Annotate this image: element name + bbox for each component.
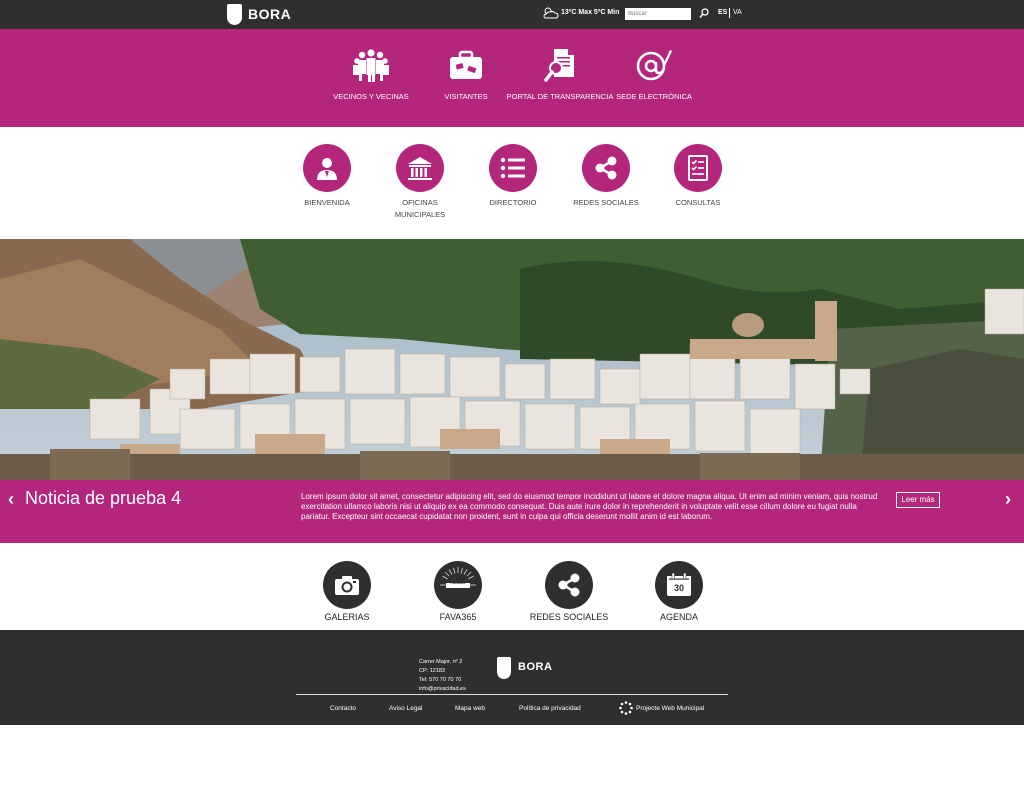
checklist-icon [688, 155, 708, 181]
icon-circle [396, 144, 444, 192]
quick-link-bienvenida[interactable]: BIENVENIDA [277, 144, 377, 209]
news-banner: ‹ Noticia de prueba 4 Lorem ipsum dolor … [0, 480, 1024, 543]
people-icon [353, 49, 389, 82]
feature-fava365[interactable]: FAVA365 FAVA365 [403, 561, 513, 622]
footer-divider [296, 694, 728, 695]
search-button[interactable] [698, 7, 710, 21]
site-brand[interactable]: BORA [248, 6, 291, 22]
quick-link-label: CONSULTAS [675, 198, 721, 207]
address-line: CP: 12183 [419, 668, 445, 674]
quick-link-label: OFICINAS MUNICIPALES [394, 198, 446, 219]
feature-redes[interactable]: REDES SOCIALES [514, 561, 624, 622]
building-icon [408, 157, 432, 180]
quick-link-oficinas[interactable]: OFICINAS MUNICIPALES [370, 144, 470, 221]
nav-item-vecinos[interactable]: VECINOS Y VECINAS [316, 29, 426, 127]
camera-icon [335, 576, 359, 595]
document-search-icon [544, 49, 574, 82]
pwm-logo-icon [619, 701, 633, 715]
icon-circle: FAVA365 [434, 561, 482, 609]
feature-galerias[interactable]: GALERIAS [292, 561, 402, 622]
fava365-badge: FAVA365 [450, 580, 466, 585]
icon-circle [489, 144, 537, 192]
footer: Carrer Major, nº 2 CP: 12183 Tel: 570 70… [0, 630, 1024, 725]
suitcase-icon [450, 50, 482, 79]
icon-circle: 30 [655, 561, 703, 609]
footer-link-mapa-web[interactable]: Mapa web [455, 705, 485, 712]
feature-label: GALERIAS [324, 612, 370, 622]
read-more-button[interactable]: Leer más [896, 492, 940, 508]
nav-item-sede[interactable]: SEDE ELECTRÒNICA [599, 29, 709, 127]
lang-va-link[interactable]: VA [733, 9, 742, 16]
icon-circle [582, 144, 630, 192]
calendar-day: 30 [673, 583, 684, 593]
town-landscape-image [0, 239, 1024, 480]
footer-project-link[interactable]: Projecte Web Municipal [636, 705, 704, 712]
prev-arrow-icon[interactable]: ‹ [8, 489, 14, 510]
quick-link-label: BIENVENIDA [304, 198, 350, 207]
address-line: Carrer Major, nº 2 [419, 659, 463, 665]
footer-shield-logo-icon[interactable] [497, 657, 511, 679]
cloud-sun-icon [543, 7, 559, 19]
footer-link-aviso-legal[interactable]: Aviso Legal [389, 705, 423, 712]
next-arrow-icon[interactable]: › [1005, 489, 1011, 510]
nav-label: VECINOS Y VECINAS [333, 92, 409, 101]
shield-logo-icon[interactable] [227, 4, 242, 25]
news-title[interactable]: Noticia de prueba 4 [25, 488, 181, 509]
news-excerpt: Lorem ipsum dolor sit amet, consectetur … [301, 492, 878, 521]
footer-address: Carrer Major, nº 2 CP: 12183 Tel: 570 70… [419, 658, 466, 694]
share-icon [558, 573, 580, 597]
feature-label: AGENDA [659, 612, 698, 622]
lang-divider [729, 8, 730, 18]
quick-link-label: REDES SOCIALES [573, 198, 639, 207]
address-email[interactable]: info@privacidad.es [419, 685, 466, 694]
quick-link-label: DIRECTORIO [489, 198, 537, 207]
footer-brand[interactable]: BORA [518, 661, 552, 673]
quick-link-directorio[interactable]: DIRECTORIO [463, 144, 563, 209]
weather-readout: 13ºC Max 5ºC Min [561, 9, 620, 16]
search-input[interactable] [625, 8, 691, 20]
footer-link-contacto[interactable]: Contacto [330, 705, 356, 712]
at-sign-icon [636, 50, 672, 81]
top-bar: BORA 13ºC Max 5ºC Min ES VA [0, 0, 1024, 29]
feature-agenda[interactable]: 30 AGENDA [624, 561, 734, 622]
person-icon [317, 158, 337, 180]
list-icon [500, 157, 525, 179]
quick-link-consultas[interactable]: CONSULTAS [648, 144, 748, 209]
hero-image [0, 239, 1024, 480]
icon-circle [674, 144, 722, 192]
main-nav: VECINOS Y VECINAS VISITANTES PORTAL DE T… [0, 29, 1024, 127]
nav-label: SEDE ELECTRÒNICA [616, 92, 692, 101]
icon-circle [545, 561, 593, 609]
footer-link-privacidad[interactable]: Política de privacidad [519, 705, 581, 712]
feature-label: FAVA365 [439, 612, 477, 622]
icon-circle [303, 144, 351, 192]
address-line: Tel: 570 70 70 70 [419, 677, 462, 683]
icon-circle [323, 561, 371, 609]
quick-link-redes[interactable]: REDES SOCIALES [556, 144, 656, 209]
search-icon [699, 8, 709, 18]
share-icon [595, 156, 617, 180]
lang-es-link[interactable]: ES [718, 9, 727, 16]
feature-label: REDES SOCIALES [529, 612, 609, 622]
